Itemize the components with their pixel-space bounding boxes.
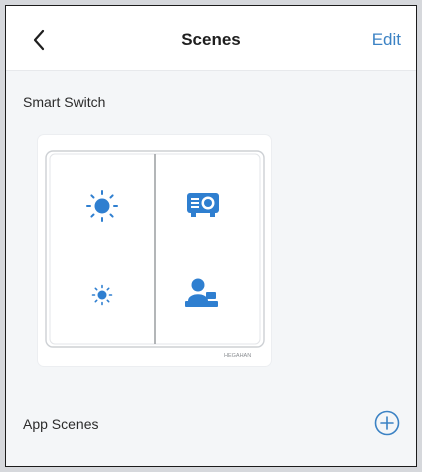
scenes-screen: Scenes Edit Smart Switch HEGAHAN App Sce… xyxy=(5,5,417,467)
plus-circle-icon xyxy=(374,410,400,436)
app-scenes-label: App Scenes xyxy=(23,416,99,432)
smart-switch-label: Smart Switch xyxy=(23,94,106,110)
switch-panel: HEGAHAN xyxy=(45,150,265,359)
edit-button[interactable]: Edit xyxy=(372,30,401,50)
page-title: Scenes xyxy=(181,30,241,49)
smart-switch-card: HEGAHAN xyxy=(38,135,271,366)
add-scene-button[interactable] xyxy=(374,410,400,436)
brand-mark: HEGAHAN xyxy=(224,353,251,359)
top-bar: Scenes Edit xyxy=(6,6,416,71)
